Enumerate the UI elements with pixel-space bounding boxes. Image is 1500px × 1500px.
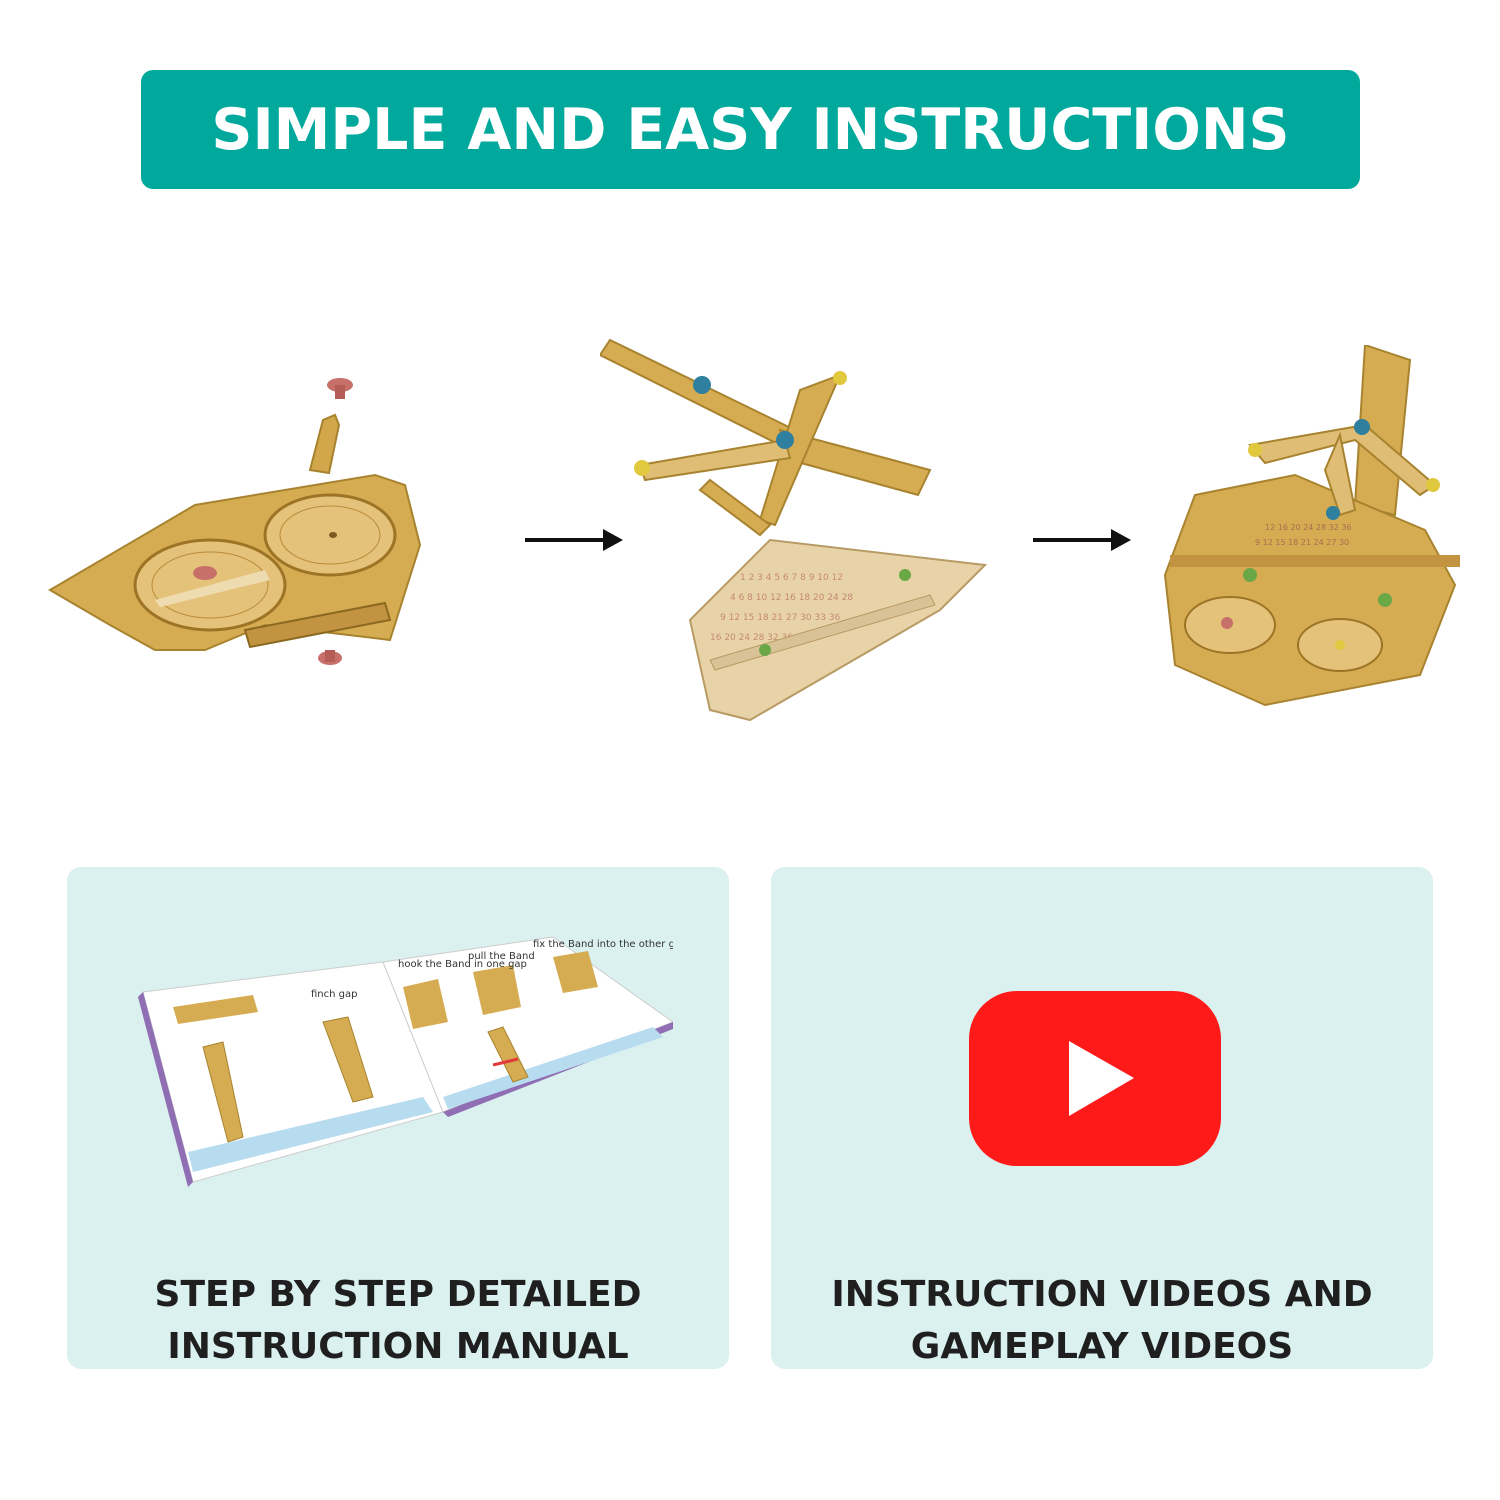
wooden-dial-board-parts-icon — [48, 378, 422, 665]
svg-text:12 16 20 24 28 32 36: 12 16 20 24 28 32 36 — [1265, 523, 1352, 532]
videos-card: INSTRUCTION VIDEOS AND GAMEPLAY VIDEOS — [771, 867, 1433, 1369]
videos-caption: INSTRUCTION VIDEOS AND GAMEPLAY VIDEOS — [771, 1269, 1433, 1373]
arrow-right-icon — [1033, 525, 1133, 559]
svg-text:9 12 15 18 21 24 27 30: 9 12 15 18 21 24 27 30 — [1255, 538, 1349, 547]
manual-caption-line-1: STEP BY STEP DETAILED — [154, 1274, 642, 1315]
booklet-step-label-2: pull the Band — [468, 951, 535, 962]
step-3-assembled: 12 16 20 24 28 32 36 9 12 15 18 21 24 27… — [1155, 345, 1475, 715]
assembled-wooden-game-icon: 12 16 20 24 28 32 36 9 12 15 18 21 24 27… — [1163, 345, 1460, 707]
wooden-lever-arms-and-scale-icon: 1 2 3 4 5 6 7 8 9 10 12 4 6 8 10 12 16 1… — [600, 338, 988, 722]
svg-text:9 12 15 18 21 27 30 33 36: 9 12 15 18 21 27 30 33 36 — [720, 613, 841, 623]
page-title: SIMPLE AND EASY INSTRUCTIONS — [211, 96, 1290, 163]
svg-text:1 2 3 4 5 6 7 8 9 10 12: 1 2 3 4 5 6 7 8 9 10 12 — [740, 573, 843, 583]
booklet-step-label-3: fix the Band into the other gap — [533, 939, 673, 950]
manual-caption-line-2: INSTRUCTION MANUAL — [167, 1326, 629, 1367]
svg-text:4 6 8 10 12 16 18 20 24 28: 4 6 8 10 12 16 18 20 24 28 — [730, 593, 853, 603]
step-2-parts: 1 2 3 4 5 6 7 8 9 10 12 4 6 8 10 12 16 1… — [600, 320, 1000, 740]
manual-caption: STEP BY STEP DETAILED INSTRUCTION MANUAL — [67, 1269, 729, 1373]
manual-card: finch gap hook the Band in one gap pull … — [67, 867, 729, 1369]
title-banner: SIMPLE AND EASY INSTRUCTIONS — [141, 70, 1360, 189]
booklet-left-label: finch gap — [311, 989, 357, 1000]
youtube-play-icon[interactable] — [969, 991, 1221, 1170]
videos-caption-line-1: INSTRUCTION VIDEOS AND — [831, 1274, 1373, 1315]
step-1-board — [45, 375, 465, 695]
videos-caption-line-2: GAMEPLAY VIDEOS — [910, 1326, 1294, 1367]
instruction-booklet-icon: finch gap hook the Band in one gap pull … — [133, 927, 687, 1231]
